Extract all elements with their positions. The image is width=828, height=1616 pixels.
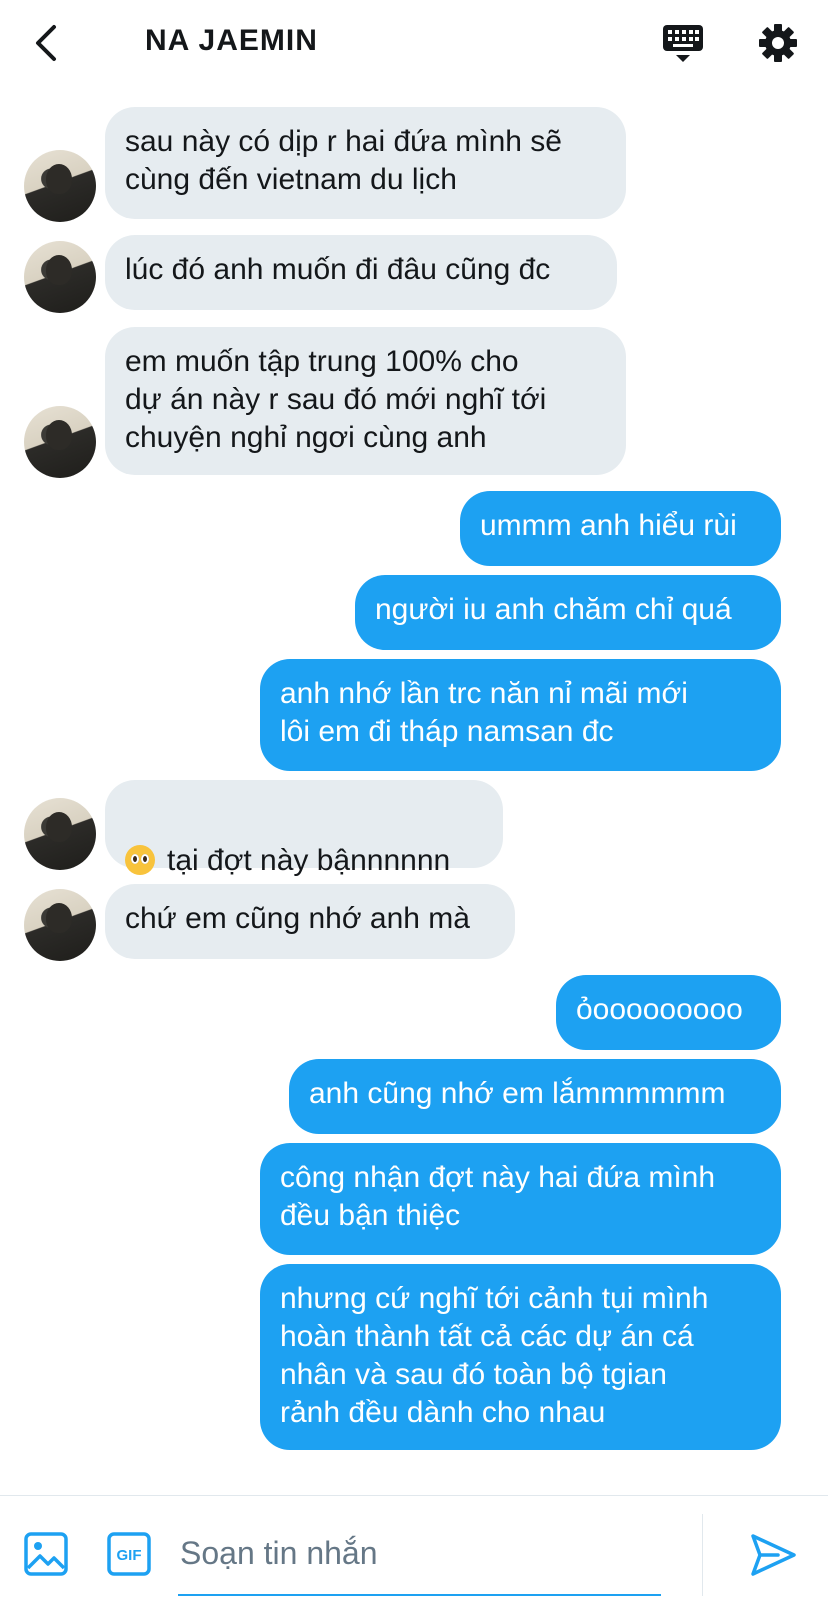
back-button[interactable] (22, 18, 72, 68)
settings-button[interactable] (753, 18, 803, 68)
outgoing-message[interactable]: công nhận đợt này hai đứa mình đều bận t… (260, 1143, 781, 1255)
avatar[interactable] (24, 889, 96, 961)
add-gif-button[interactable]: GIF (105, 1530, 157, 1582)
outgoing-message[interactable]: anh cũng nhớ em lắmmmmmm (289, 1059, 781, 1134)
gear-icon (759, 24, 797, 62)
message-input[interactable] (178, 1524, 662, 1582)
avatar[interactable] (24, 150, 96, 222)
input-underline (178, 1594, 661, 1596)
conversation-title: NA JAEMIN (145, 24, 318, 57)
incoming-message[interactable]: sau này có dịp r hai đứa mình sẽ cùng đế… (105, 107, 626, 219)
pleading-face-icon (125, 845, 155, 875)
keyboard-icon (663, 25, 703, 62)
incoming-message[interactable]: lúc đó anh muốn đi đâu cũng đc (105, 235, 617, 310)
outgoing-message[interactable]: ỏooooooooo (556, 975, 781, 1050)
outgoing-message[interactable]: ummm anh hiểu rùi (460, 491, 781, 566)
chevron-left-icon (36, 25, 56, 61)
outgoing-message[interactable]: người iu anh chăm chỉ quá (355, 575, 781, 650)
outgoing-message[interactable]: nhưng cứ nghĩ tới cảnh tụi mình hoàn thà… (260, 1264, 781, 1450)
compose-bar: GIF (0, 1495, 828, 1616)
gif-label: GIF (117, 1547, 142, 1564)
gif-icon: GIF (107, 1532, 151, 1576)
image-icon (24, 1532, 68, 1576)
add-image-button[interactable] (22, 1530, 74, 1582)
avatar[interactable] (24, 406, 96, 478)
keyboard-button[interactable] (658, 18, 708, 68)
message-text: tại đợt này bậnnnnnn (167, 844, 451, 877)
conversation-header: NA JAEMIN (0, 0, 828, 90)
incoming-message[interactable]: em muốn tập trung 100% cho dự án này r s… (105, 327, 626, 475)
send-button[interactable] (748, 1530, 800, 1582)
send-icon (751, 1534, 796, 1576)
outgoing-message[interactable]: anh nhớ lần trc năn nỉ mãi mới lôi em đi… (260, 659, 781, 771)
divider (702, 1514, 703, 1596)
avatar[interactable] (24, 798, 96, 870)
incoming-message[interactable]: chứ em cũng nhớ anh mà (105, 884, 515, 959)
incoming-message[interactable]: tại đợt này bậnnnnnn (105, 780, 503, 877)
avatar[interactable] (24, 241, 96, 313)
